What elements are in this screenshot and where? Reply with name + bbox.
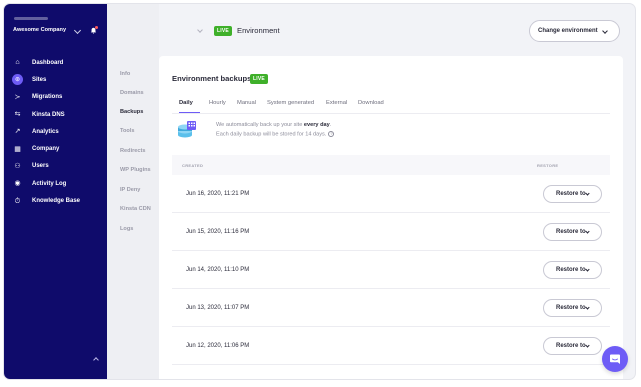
dns-icon: ⇆ [14,111,21,119]
divider [172,113,610,114]
backup-date: Jun 12, 2020, 11:06 PM [186,343,250,349]
sidebar-item-label: Users [32,163,49,170]
sidebar-item-label: Kinsta DNS [32,111,65,118]
restore-to-button[interactable]: Restore to [543,299,602,317]
subnav-item-kinsta-cdn[interactable]: Kinsta CDN [120,206,151,212]
sidebar-item-knowledge-base[interactable]: ⏱ Knowledge Base [4,192,107,209]
sidebar-item-label: Migrations [32,94,63,101]
tab-download[interactable]: Download [358,100,384,106]
site-selector-chevron-icon[interactable] [197,27,203,33]
sidebar-item-label: Activity Log [32,180,67,187]
topbar: LIVE Environment Change environment [159,4,635,56]
analytics-icon: ↗ [14,128,21,136]
sidebar-item-analytics[interactable]: ↗ Analytics [4,123,107,140]
subnav-item-info[interactable]: Info [120,71,130,77]
sites-icon: ⊛ [12,74,23,86]
table-row: Jun 16, 2020, 11:21 PM Restore to [172,175,610,213]
subnav-item-backups[interactable]: Backups [120,109,143,115]
app-window: Awesome Company ⌂ Dashboard ⊛ Sites ≻ Mi… [4,4,635,379]
backup-retention-text: Each daily backup will be stored for 14 … [216,131,335,138]
tab-external[interactable]: External [326,100,347,106]
backup-date: Jun 13, 2020, 11:07 PM [186,305,250,311]
home-icon: ⌂ [15,59,20,67]
sidebar-item-label: Analytics [32,128,59,135]
company-icon: ▦ [14,145,21,153]
sidebar-item-sites[interactable]: ⊛ Sites [4,71,107,88]
subnav-item-domains[interactable]: Domains [120,90,144,96]
sidebar-item-label: Dashboard [32,59,64,66]
tab-hourly[interactable]: Hourly [209,100,226,106]
table-row: Jun 14, 2020, 11:10 PM Restore to [172,251,610,289]
page-title: Environment backups [172,74,252,83]
column-restore: RESTORE [537,163,559,168]
chevron-down-icon [585,305,590,310]
knowledge-base-icon: ⏱ [14,197,21,205]
bell-icon[interactable] [90,26,98,34]
restore-to-button[interactable]: Restore to [543,261,602,279]
chat-button[interactable] [602,346,628,372]
subnav-item-redirects[interactable]: Redirects [120,148,146,154]
table-header: CREATED RESTORE [172,155,610,175]
table-row: Jun 13, 2020, 11:07 PM Restore to [172,289,610,327]
table-row: Jun 15, 2020, 11:16 PM Restore to [172,213,610,251]
change-environment-label: Change environment [538,28,598,34]
migrations-icon: ≻ [14,93,21,101]
sidebar-item-label: Company [32,146,60,153]
site-subnav: Info Domains Backups Tools Redirects WP … [107,4,159,379]
change-environment-button[interactable]: Change environment [529,20,620,42]
sidebar-item-label: Knowledge Base [32,198,81,205]
kinsta-logo [14,17,48,20]
live-badge: LIVE [214,26,232,36]
sidebar-item-users[interactable]: ⚇ Users [4,158,107,175]
live-badge: LIVE [250,74,268,84]
chevron-down-icon [585,191,590,196]
subnav-item-wp-plugins[interactable]: WP Plugins [120,167,151,173]
chevron-down-icon [602,28,608,34]
restore-to-label: Restore to [556,343,586,349]
help-icon[interactable]: ? [328,131,335,137]
restore-to-button[interactable]: Restore to [543,223,602,241]
sidebar-item-migrations[interactable]: ≻ Migrations [4,89,107,106]
eye-icon: ◉ [14,180,21,188]
users-icon: ⚇ [14,162,21,170]
backup-info-text: We automatically back up your site every… [216,122,332,128]
sidebar-item-company[interactable]: ▦ Company [4,140,107,157]
environment-label: Environment [237,26,280,35]
backup-date: Jun 16, 2020, 11:21 PM [186,191,250,197]
sidebar: Awesome Company ⌂ Dashboard ⊛ Sites ≻ Mi… [4,4,107,379]
subnav-item-tools[interactable]: Tools [120,128,135,134]
chevron-down-icon [585,343,590,348]
table-row: Jun 12, 2020, 11:06 PM Restore to [172,327,610,365]
tab-system-generated[interactable]: System generated [267,100,314,106]
sidebar-item-activity-log[interactable]: ◉ Activity Log [4,175,107,192]
database-backup-icon [177,120,197,142]
restore-to-button[interactable]: Restore to [543,337,602,355]
sidebar-item-kinsta-dns[interactable]: ⇆ Kinsta DNS [4,106,107,123]
tab-manual[interactable]: Manual [237,100,256,106]
notification-dot [95,26,98,29]
chevron-down-icon [585,229,590,234]
column-created: CREATED [182,163,204,168]
sidebar-item-label: Sites [32,76,47,83]
chevron-up-icon[interactable] [93,357,99,363]
company-switcher[interactable]: Awesome Company [13,27,66,33]
backups-panel: Environment backups LIVE Daily Hourly Ma… [159,56,623,379]
backup-date: Jun 14, 2020, 11:10 PM [186,267,250,273]
restore-to-label: Restore to [556,229,586,235]
chevron-down-icon[interactable] [73,26,82,35]
subnav-item-logs[interactable]: Logs [120,226,133,232]
subnav-item-ip-deny[interactable]: IP Deny [120,187,140,193]
chevron-down-icon [585,267,590,272]
sidebar-nav: ⌂ Dashboard ⊛ Sites ≻ Migrations ⇆ Kinst… [4,54,107,210]
restore-to-button[interactable]: Restore to [543,185,602,203]
restore-to-label: Restore to [556,191,586,197]
chat-icon [610,354,620,364]
sidebar-item-dashboard[interactable]: ⌂ Dashboard [4,54,107,71]
tab-daily[interactable]: Daily [179,100,193,106]
restore-to-label: Restore to [556,267,586,273]
backup-date: Jun 15, 2020, 11:16 PM [186,229,250,235]
restore-to-label: Restore to [556,305,586,311]
